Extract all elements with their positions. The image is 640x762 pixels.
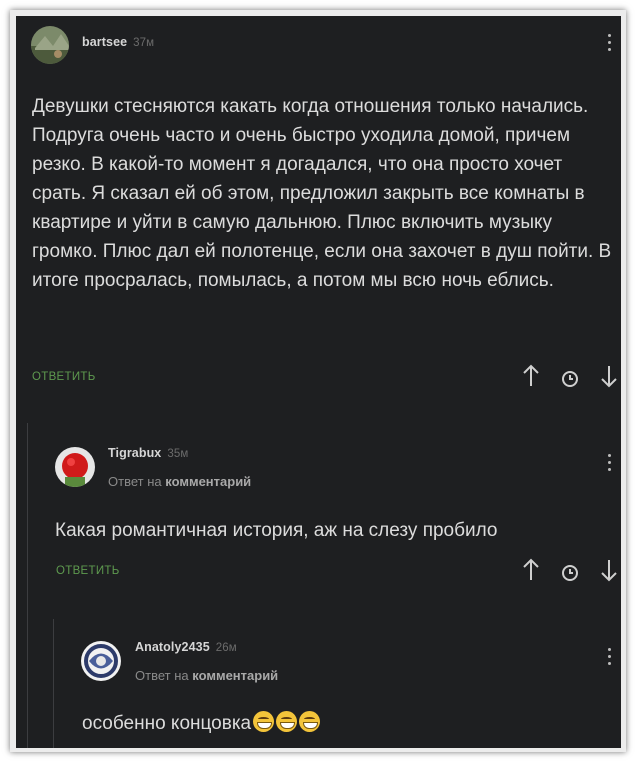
arrow-up-icon[interactable] bbox=[522, 364, 540, 394]
kebab-menu-icon[interactable] bbox=[608, 34, 612, 55]
username-text[interactable]: Tigrabux bbox=[108, 446, 161, 460]
username-text[interactable]: bartsee bbox=[82, 35, 127, 49]
timestamp: 35м bbox=[167, 448, 189, 460]
username[interactable]: bartsee 37м bbox=[82, 35, 154, 49]
arrow-down-icon[interactable] bbox=[600, 558, 618, 588]
comments-panel: bartsee 37м Девушки стесняются какать ког… bbox=[16, 16, 621, 748]
reply-button[interactable]: ОТВЕТИТЬ bbox=[32, 371, 96, 383]
clock-icon[interactable] bbox=[561, 562, 579, 588]
arrow-up-icon[interactable] bbox=[522, 558, 540, 588]
avatar[interactable] bbox=[81, 641, 121, 681]
comment-text: Какая романтичная история, аж на слезу п… bbox=[55, 520, 498, 541]
thread-line bbox=[53, 619, 54, 748]
kebab-menu-icon[interactable] bbox=[608, 454, 612, 475]
reply-prefix: Ответ на bbox=[135, 668, 189, 683]
grinning-face-emoji-icon bbox=[276, 711, 298, 732]
timestamp: 26м bbox=[215, 642, 237, 654]
avatar[interactable] bbox=[55, 447, 95, 487]
comment-text: Девушки стесняются какать когда отношени… bbox=[32, 96, 612, 291]
reply-button[interactable]: ОТВЕТИТЬ bbox=[56, 565, 120, 577]
reply-prefix: Ответ на bbox=[108, 474, 162, 489]
username[interactable]: Anatoly2435 26м bbox=[135, 640, 237, 654]
reply-to-label: Ответ на комментарий bbox=[135, 668, 278, 683]
timestamp: 37м bbox=[133, 37, 155, 49]
username[interactable]: Tigrabux 35м bbox=[108, 446, 188, 460]
comment-text-content: особенно концовка bbox=[82, 713, 252, 734]
thread-line bbox=[27, 423, 28, 748]
arrow-down-icon[interactable] bbox=[600, 364, 618, 394]
username-text[interactable]: Anatoly2435 bbox=[135, 640, 210, 654]
comment-text: особенно концовка bbox=[82, 709, 582, 738]
avatar[interactable] bbox=[31, 26, 69, 64]
reply-target-link[interactable]: комментарий bbox=[165, 474, 251, 489]
kebab-menu-icon[interactable] bbox=[608, 648, 612, 669]
grinning-face-emoji-icon bbox=[253, 711, 275, 732]
reply-target-link[interactable]: комментарий bbox=[192, 668, 278, 683]
grinning-face-emoji-icon bbox=[299, 711, 321, 732]
clock-icon[interactable] bbox=[561, 368, 579, 394]
reply-to-label: Ответ на комментарий bbox=[108, 474, 251, 489]
